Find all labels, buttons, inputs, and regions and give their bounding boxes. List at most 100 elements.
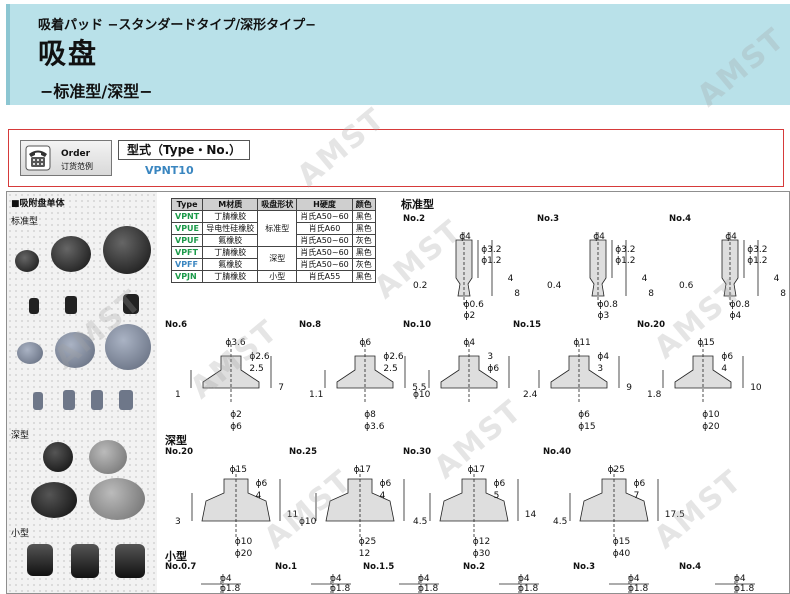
dimension-label: 1.1 xyxy=(309,390,324,400)
dimension-label: ϕ6 xyxy=(493,479,506,489)
group-small-label: 小型 xyxy=(11,529,30,539)
cup-photo xyxy=(103,226,151,274)
table-row: VPJN 丁腈橡胶 小型 肖氏A55 黑色 xyxy=(170,270,376,283)
drawing-number: No.6 xyxy=(165,320,188,330)
dimension-label: 4.5 xyxy=(553,517,568,527)
cell-hardness: 肖氏A55 xyxy=(296,270,353,283)
dimension-label: ϕ17 xyxy=(353,465,371,475)
drawing-number: No.8 xyxy=(299,320,322,330)
cup-photo xyxy=(119,390,133,410)
col-type: Type xyxy=(170,198,204,211)
dimension-label: 12 xyxy=(358,549,371,559)
cell-shape: 标准型 xyxy=(257,210,298,247)
dimension-label: ϕ2 xyxy=(463,311,476,322)
cup-photo xyxy=(43,442,73,472)
group-standard-label: 标准型 xyxy=(11,217,39,227)
dimension-label: ϕ1.8 xyxy=(330,584,351,594)
col-hardness: H硬度 xyxy=(296,198,353,211)
dimension-label: ϕ1.8 xyxy=(628,584,649,594)
product-photo-panel: ■吸附盘单体 标准型 深型 小型 xyxy=(7,192,157,593)
dimension-label: 2.5 xyxy=(383,364,398,374)
dimension-label: ϕ25 xyxy=(607,465,625,475)
cup-photo xyxy=(31,482,77,518)
cup-photo xyxy=(71,544,99,578)
cell-material: 丁腈橡胶 xyxy=(202,246,259,259)
order-label-cn: 订货范例 xyxy=(61,162,93,171)
cell-hardness: 肖氏A50~60 xyxy=(296,234,353,247)
dimension-label: ϕ15 xyxy=(578,422,596,432)
header-jp-line: 吸着パッド −スタンダードタイプ/深形タイプ− xyxy=(38,18,317,33)
dimension-label: ϕ4 xyxy=(725,231,737,242)
drawing-number: No.25 xyxy=(289,447,318,457)
cell-color: 灰色 xyxy=(351,258,376,271)
dimension-label: ϕ12 xyxy=(472,537,491,547)
dimension-label: ϕ4 xyxy=(518,574,530,584)
dimension-label: ϕ10 xyxy=(234,537,253,547)
cell-type: VPFF xyxy=(170,258,204,271)
drawing-number: No.1 xyxy=(275,562,298,572)
page-title: 吸盘 xyxy=(38,37,99,70)
dimension-label: 4 xyxy=(721,364,728,374)
dimension-label: 7 xyxy=(278,383,284,393)
dimension-label: ϕ6 xyxy=(721,352,734,362)
cup-photo xyxy=(89,478,145,520)
dimension-label: ϕ30 xyxy=(472,549,491,559)
cell-material: 氟橡胶 xyxy=(202,258,259,271)
dimension-label: ϕ4 xyxy=(418,574,430,584)
dimension-label: 4 xyxy=(507,274,514,285)
dimension-label: ϕ0.8 xyxy=(597,299,618,310)
group-deep-label: 深型 xyxy=(11,431,30,441)
section-standard: 标准型 xyxy=(401,198,434,211)
dimension-label: ϕ6 xyxy=(255,479,268,489)
dimension-label: ϕ10 xyxy=(413,390,431,400)
dimension-label: 4 xyxy=(641,274,648,285)
dimension-label: ϕ15 xyxy=(612,537,631,547)
dimension-label: 10 xyxy=(750,383,762,393)
dimension-label: ϕ40 xyxy=(612,549,631,559)
cell-type: VPUE xyxy=(170,222,204,235)
cell-hardness: 肖氏A50~60 xyxy=(296,258,353,271)
cell-type: VPFT xyxy=(170,246,204,259)
dimension-label: 5 xyxy=(493,491,500,501)
type-no-label: 型式（Type・No.） xyxy=(118,140,251,160)
dimension-label: ϕ1.8 xyxy=(734,584,755,594)
dimension-label: 4.5 xyxy=(413,517,428,527)
drawing-number: No.1.5 xyxy=(363,562,395,572)
dimension-label: ϕ4 xyxy=(330,574,342,584)
spec-table-header: Type M材质 吸盘形状 H硬度 颜色 xyxy=(170,198,376,211)
dimension-label: ϕ20 xyxy=(702,422,720,432)
order-label-en: Order xyxy=(61,149,91,159)
dimension-label: ϕ4 xyxy=(463,338,476,348)
dimension-label: 3 xyxy=(597,364,604,374)
catalog-body: ■吸附盘单体 标准型 深型 小型 Type M材质 吸盘形状 H硬度 颜色 VP… xyxy=(6,191,790,594)
dimension-label: 1 xyxy=(175,390,181,400)
cup-photo xyxy=(15,250,39,272)
dimension-label: 14 xyxy=(524,510,537,520)
cup-photo xyxy=(91,390,103,410)
left-panel-title: ■吸附盘单体 xyxy=(11,199,65,209)
dimension-label: 0.4 xyxy=(547,280,562,291)
cup-photo xyxy=(27,544,53,576)
dimension-label: 3 xyxy=(175,517,181,527)
cup-photo xyxy=(29,298,39,314)
dimension-label: 8 xyxy=(514,288,520,299)
drawing-number: No.15 xyxy=(513,320,542,330)
dimension-label: 8 xyxy=(648,288,654,299)
cell-color: 黑色 xyxy=(351,210,376,223)
cell-material: 氟橡胶 xyxy=(202,234,259,247)
dimension-label: ϕ3.6 xyxy=(364,422,385,432)
cup-photo xyxy=(63,390,75,410)
dimension-label: 4 xyxy=(379,491,386,501)
dimension-label: ϕ6 xyxy=(578,410,590,420)
dimension-label: 4 xyxy=(255,491,262,501)
section-deep: 深型 xyxy=(165,434,187,447)
cell-material: 导电性硅橡胶 xyxy=(202,222,259,235)
dimension-label: ϕ1.8 xyxy=(418,584,439,594)
dimension-label: ϕ20 xyxy=(234,549,253,559)
drawing-number: No.2 xyxy=(403,214,426,224)
drawing-number: No.2 xyxy=(463,562,486,572)
dimension-label: ϕ6 xyxy=(359,338,372,348)
dimension-label: ϕ8 xyxy=(364,410,376,420)
phone-icon xyxy=(25,145,51,171)
dimension-label: ϕ3.2 xyxy=(481,244,502,255)
